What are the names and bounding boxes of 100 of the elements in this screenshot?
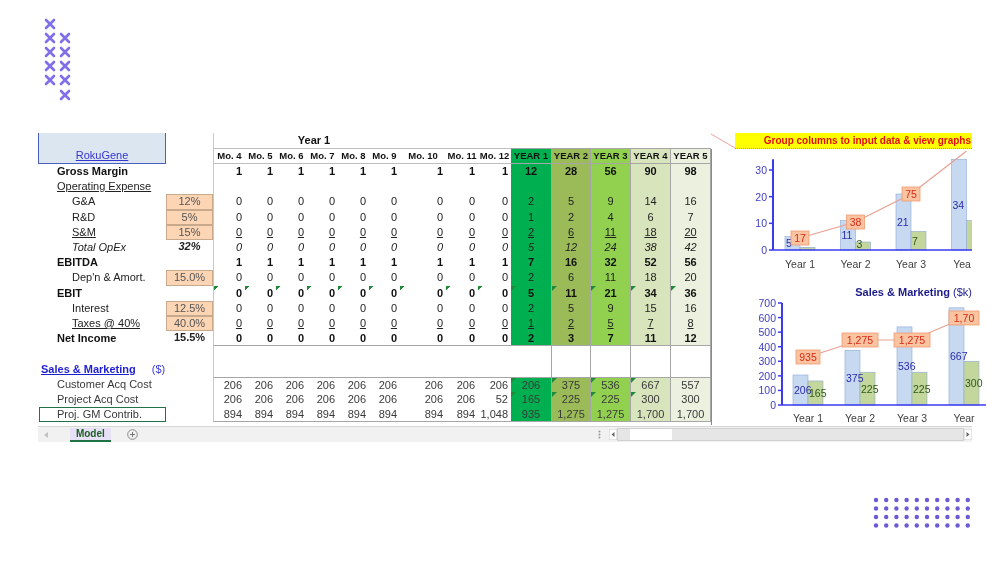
table-cell-text: 0 bbox=[265, 315, 274, 330]
table-cell-text: 0 bbox=[435, 270, 444, 285]
table-cell-text: 0 bbox=[358, 239, 367, 254]
table-cell: 11 bbox=[631, 331, 671, 347]
table-cell-text: 0 bbox=[467, 194, 476, 209]
table-cell-text: 0 bbox=[234, 270, 243, 285]
section-link[interactable]: Sales & Marketing bbox=[41, 363, 136, 376]
axis-tick-label: 500 bbox=[758, 326, 776, 339]
chart-title: Sales & Marketing ($k) bbox=[855, 286, 972, 298]
splitter-icon[interactable] bbox=[597, 430, 601, 439]
corner-flag-icon bbox=[511, 285, 516, 291]
table-cell-text: 0 bbox=[467, 300, 476, 315]
table-cell-text: 0 bbox=[435, 224, 444, 239]
table-cell-text: 0 bbox=[358, 300, 367, 315]
company-link[interactable]: RokuGene bbox=[75, 149, 129, 162]
table-cell: 56 bbox=[671, 255, 711, 271]
table-cell: 12 bbox=[671, 331, 711, 347]
table-cell-text: 206 bbox=[253, 391, 274, 406]
table-cell-text: 0 bbox=[234, 315, 243, 330]
table-cell-text: 1 bbox=[327, 255, 336, 270]
row-label: Operating Expense bbox=[56, 179, 153, 195]
column-header: YEAR 5 bbox=[671, 148, 711, 164]
table-cell-text: 0 bbox=[389, 209, 398, 224]
table-cell: 935 bbox=[511, 407, 552, 423]
corner-flag-icon bbox=[591, 285, 596, 291]
add-sheet-button[interactable] bbox=[126, 429, 138, 440]
table-cell: 18 bbox=[631, 270, 671, 286]
scrollbar-thumb[interactable] bbox=[629, 429, 672, 440]
group-header: Year 1 bbox=[213, 133, 400, 148]
table-cell-text: 1 bbox=[234, 164, 243, 178]
row-label: Gross Margin bbox=[56, 164, 129, 179]
table-cell-text: 894 bbox=[253, 407, 274, 421]
table-cell: 9 bbox=[591, 194, 631, 210]
table-cell-text: 0 bbox=[296, 209, 305, 224]
table-cell: 375 bbox=[552, 376, 591, 392]
table-cell-text: 0 bbox=[327, 194, 336, 209]
line-value-label: 17 bbox=[790, 230, 810, 246]
table-cell: 32 bbox=[591, 255, 631, 271]
axis-tick-label: 0 bbox=[761, 244, 767, 256]
category-label: Year 3 bbox=[896, 258, 926, 270]
table-cell: 11 bbox=[591, 270, 631, 286]
table-cell-text: 0 bbox=[389, 270, 398, 285]
table-cell: 1,700 bbox=[671, 407, 711, 423]
rate-cell: 15.0% bbox=[166, 270, 213, 286]
table-cell: 6 bbox=[552, 270, 591, 286]
table-cell-text: 0 bbox=[500, 300, 509, 315]
corner-flag-icon bbox=[631, 391, 636, 397]
table-cell-text: 0 bbox=[296, 239, 305, 254]
table-cell-text: 0 bbox=[234, 224, 243, 239]
column-header: Mo. 11 bbox=[446, 148, 478, 164]
table-cell-text: 0 bbox=[296, 331, 305, 346]
axis-tick-label: 10 bbox=[755, 217, 767, 230]
data-label: 667 bbox=[950, 350, 968, 363]
table-cell: 16 bbox=[552, 255, 591, 271]
table-cell: 536 bbox=[591, 376, 631, 392]
table-cell-text: 0 bbox=[265, 194, 274, 209]
column-header: YEAR 4 bbox=[631, 148, 671, 164]
table-cell-text: 206 bbox=[284, 391, 305, 406]
column-header: YEAR 1 bbox=[511, 148, 552, 164]
axis-tick-label: 30 bbox=[755, 164, 767, 176]
row-label: EBITDA bbox=[56, 255, 99, 271]
table-cell-text: 0 bbox=[500, 209, 509, 224]
scroll-left-button[interactable] bbox=[608, 429, 617, 440]
axis-tick-label: 300 bbox=[758, 355, 776, 368]
table-cell: 90 bbox=[631, 164, 671, 180]
table-cell-text: 894 bbox=[284, 407, 305, 421]
table-cell-text: 0 bbox=[467, 315, 476, 330]
table-cell-text: 0 bbox=[327, 270, 336, 285]
table-cell-text: 0 bbox=[389, 194, 398, 209]
data-label: 3 bbox=[856, 238, 863, 250]
table-cell-text: 0 bbox=[265, 300, 274, 315]
category-label: Year 3 bbox=[897, 412, 927, 424]
scroll-right-button[interactable] bbox=[964, 429, 972, 440]
table-cell-text: 206 bbox=[346, 391, 367, 406]
table-cell-text: 0 bbox=[435, 331, 444, 346]
table-cell-text: 1 bbox=[500, 255, 509, 270]
table-cell-text: 0 bbox=[327, 209, 336, 224]
table-cell: 557 bbox=[671, 376, 711, 392]
table-cell-text: 0 bbox=[467, 239, 476, 254]
table-cell-text: 0 bbox=[358, 270, 367, 285]
line-value-label: 75 bbox=[901, 186, 921, 202]
line-value-label: 1,275 bbox=[893, 332, 931, 348]
table-cell: 667 bbox=[631, 376, 671, 392]
row-label: G&A bbox=[71, 194, 97, 210]
sheet-tab[interactable]: Model bbox=[69, 427, 111, 442]
horizontal-scrollbar[interactable] bbox=[616, 428, 964, 441]
axis-tick-label: 100 bbox=[758, 384, 776, 397]
table-cell-text: 206 bbox=[377, 377, 398, 392]
table-cell-text: 0 bbox=[327, 315, 336, 330]
table-cell-text: 0 bbox=[500, 239, 509, 254]
rate-cell-text: 15.5% bbox=[172, 331, 207, 346]
axis-tick-label: 200 bbox=[758, 369, 776, 382]
table-cell-text: 1 bbox=[500, 164, 509, 178]
table-cell-text: 894 bbox=[346, 407, 367, 421]
corner-flag-icon bbox=[591, 377, 596, 383]
table-cell-text: 894 bbox=[455, 407, 476, 421]
table-cell-text: 0 bbox=[327, 239, 336, 254]
table-cell: 0 bbox=[214, 285, 245, 300]
table-cell-text: 0 bbox=[500, 270, 509, 285]
scroll-left-icon[interactable] bbox=[42, 430, 50, 439]
